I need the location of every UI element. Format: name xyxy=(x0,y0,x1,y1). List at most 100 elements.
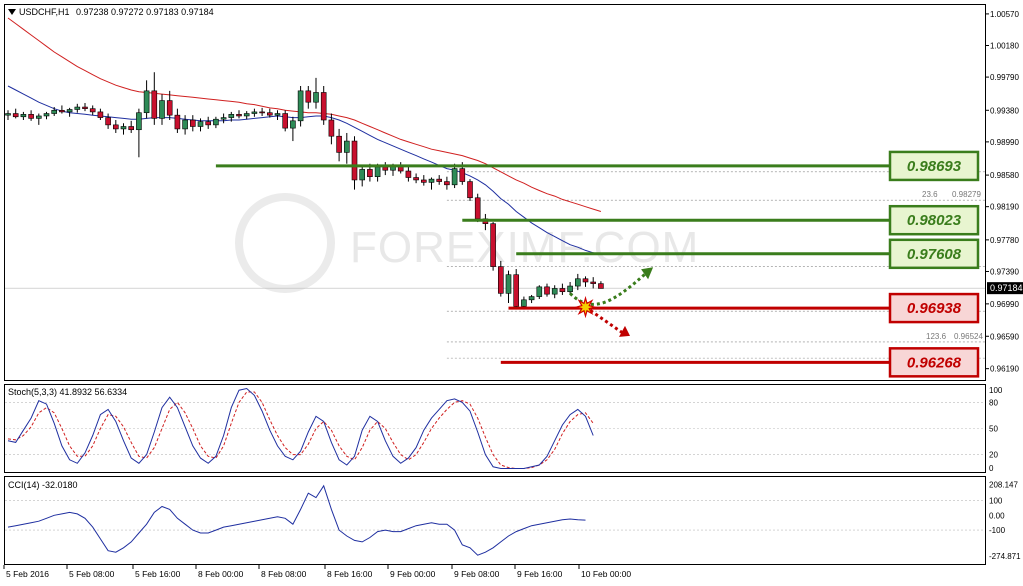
candle-body xyxy=(213,118,219,126)
candle-body xyxy=(66,109,73,113)
candle-body xyxy=(305,90,312,103)
candle-body xyxy=(451,168,458,186)
candle-body xyxy=(197,121,204,127)
candle-body xyxy=(205,121,211,126)
stoch-tick-label-0: 100 xyxy=(989,386,1003,395)
candle-body xyxy=(328,119,335,137)
time-label-4: 8 Feb 08:00 xyxy=(261,569,307,579)
candle-body xyxy=(128,126,134,131)
cci-tick-label-3: -100 xyxy=(989,526,1006,535)
candle-body xyxy=(220,117,227,120)
price-tick-label-5: 0.98580 xyxy=(990,171,1019,180)
candle-body xyxy=(444,181,450,186)
price-tick-label-6: 0.98190 xyxy=(990,203,1019,212)
candle-body xyxy=(136,112,142,131)
candle-body xyxy=(282,113,289,129)
level-label-3: 0.96938 xyxy=(907,300,962,317)
candle-body xyxy=(413,177,419,181)
candle-body xyxy=(436,178,443,182)
cci-panel-frame xyxy=(4,476,986,565)
candle-body xyxy=(320,92,327,121)
candle-body xyxy=(574,278,581,287)
candle xyxy=(467,179,473,202)
candle-body xyxy=(12,113,19,118)
stoch-tick-label-2: 50 xyxy=(989,425,998,434)
candle-body xyxy=(428,178,435,183)
candle-body xyxy=(243,113,250,117)
candle-body xyxy=(59,109,65,113)
level-label-0: 0.98693 xyxy=(907,158,962,175)
time-label-1: 5 Feb 08:00 xyxy=(69,569,115,579)
candle-body xyxy=(190,119,196,127)
price-tick-label-8: 0.97390 xyxy=(990,267,1019,276)
candle-body xyxy=(20,114,27,118)
candle-body xyxy=(151,90,158,119)
candle-body xyxy=(89,108,96,113)
candle-body xyxy=(567,285,573,293)
level-label-4: 0.96268 xyxy=(907,354,962,371)
fib-label-0: 23.6 xyxy=(922,190,938,199)
candle-body xyxy=(582,278,589,283)
fib-label-1: 0.98279 xyxy=(952,190,981,199)
cci-label: CCI(14) -32.0180 xyxy=(8,480,78,490)
candle-body xyxy=(5,113,11,116)
candle-body xyxy=(467,181,473,199)
candle-body xyxy=(559,288,566,293)
time-label-6: 9 Feb 00:00 xyxy=(390,569,436,579)
candle-body xyxy=(336,135,342,153)
price-axis: 1.00570 1.00180 0.99790 0.99380 0.98990 0.985… xyxy=(985,10,1019,374)
candle-body xyxy=(490,223,496,267)
candle-body xyxy=(459,168,466,182)
cci-tick-label-1: 100 xyxy=(989,497,1003,506)
cci-tick-label-4: -274.871 xyxy=(989,552,1021,561)
price-tick-label-4: 0.98990 xyxy=(990,138,1019,147)
price-tick-label-11: 0.96190 xyxy=(990,365,1019,374)
price-tick-label-3: 0.99380 xyxy=(990,106,1019,115)
time-axis: 5 Feb 2016 5 Feb 08:00 5 Feb 16:00 8 Feb 00… xyxy=(3,565,631,579)
candle-body xyxy=(28,114,34,119)
candle-body xyxy=(166,100,173,116)
candle-body xyxy=(105,117,111,126)
chart-header[interactable]: USDCHF,H1 0.97238 0.97272 0.97183 0.9718… xyxy=(8,7,214,17)
price-tick-label-9: 0.96990 xyxy=(990,300,1019,309)
time-label-8: 9 Feb 16:00 xyxy=(517,569,563,579)
candle-body xyxy=(290,120,296,129)
candle-body xyxy=(120,126,127,130)
price-tick-label-1: 1.00180 xyxy=(990,41,1019,50)
level-label-1: 0.98023 xyxy=(907,212,962,229)
price-tick-label-2: 0.99790 xyxy=(990,73,1019,82)
candle-body xyxy=(51,109,58,114)
candle-body xyxy=(551,288,558,295)
candle-body xyxy=(382,166,389,171)
candle-body xyxy=(143,90,150,114)
candle-body xyxy=(497,266,504,294)
candle-body xyxy=(113,124,119,130)
fib-label-2: 123.6 xyxy=(926,332,947,341)
candle xyxy=(513,269,520,310)
candle-body xyxy=(598,283,604,289)
time-label-7: 9 Feb 08:00 xyxy=(454,569,500,579)
candle-body xyxy=(351,140,358,181)
stoch-tick-label-3: 20 xyxy=(989,451,998,460)
candle-body xyxy=(374,166,381,178)
candle-body xyxy=(420,179,427,183)
cci-tick-label-0: 208.147 xyxy=(989,481,1018,490)
candle-body xyxy=(544,286,550,295)
candle-body xyxy=(590,281,597,284)
candle xyxy=(474,193,481,223)
candle-body xyxy=(43,113,50,117)
candle-body xyxy=(259,111,265,114)
candle-body xyxy=(228,114,235,118)
candle-body xyxy=(182,119,188,130)
candle-body xyxy=(359,169,366,181)
candle-body xyxy=(97,111,104,118)
candle-body xyxy=(505,274,512,294)
level-label-2: 0.97608 xyxy=(907,246,962,263)
cci-tick-label-2: 0.00 xyxy=(989,511,1005,520)
candle-body xyxy=(251,111,258,114)
candle-body xyxy=(274,113,281,116)
stoch-label: Stoch(5,3,3) 41.8932 56.6334 xyxy=(8,387,127,397)
candle xyxy=(297,85,304,127)
candle-body xyxy=(536,286,543,297)
candle-body xyxy=(159,100,165,119)
